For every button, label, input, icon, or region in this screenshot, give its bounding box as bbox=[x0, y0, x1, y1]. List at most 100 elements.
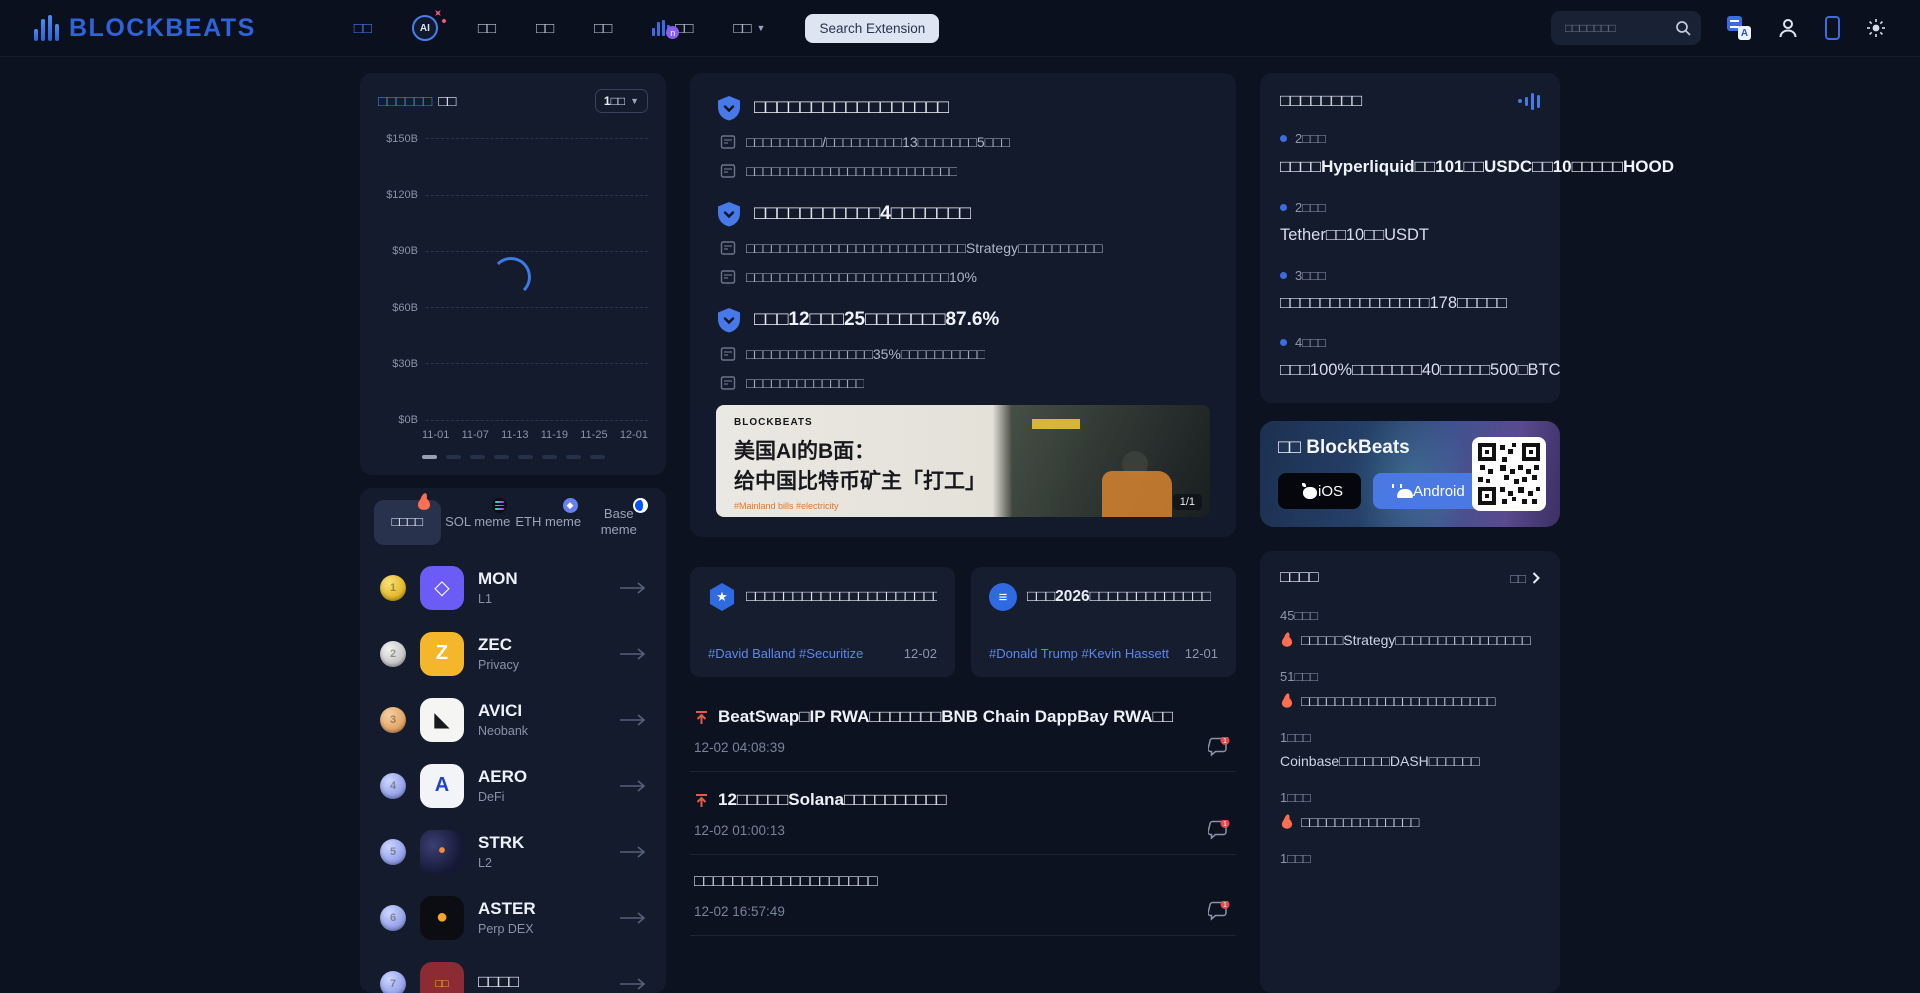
ios-download-button[interactable]: iOS bbox=[1278, 473, 1361, 509]
range-selector[interactable]: 1□□ ▼ bbox=[595, 89, 648, 113]
arrow-right-icon[interactable] bbox=[620, 648, 646, 660]
feature-card-1[interactable]: ★ □□□□□□□□□□□□□□□□□□□□□□ #David Balland … bbox=[690, 567, 955, 677]
digest-subitem[interactable]: □□□□□□□□□□□□□□□□□□□□□□□□□□Strategy□□□□□□… bbox=[716, 240, 1210, 256]
arrow-right-icon[interactable] bbox=[620, 846, 646, 858]
token-row-aster[interactable]: 6 ● ASTERPerp DEX bbox=[374, 885, 652, 951]
arrow-right-icon[interactable] bbox=[620, 912, 646, 924]
card-title: □□□□□□□□□□□□□□□□□□□□□□ bbox=[746, 588, 937, 606]
search-input[interactable] bbox=[1565, 21, 1667, 35]
user-icon[interactable] bbox=[1777, 17, 1799, 39]
theme-toggle-icon[interactable] bbox=[1866, 18, 1886, 38]
promo-banner[interactable]: BLOCKBEATS 美国AI的B面： 给中国比特币矿主「打工」 #Mainla… bbox=[716, 405, 1210, 517]
hot-item-3[interactable]: 1□□□ Coinbase□□□□□□DASH□□□□□□ bbox=[1280, 730, 1540, 769]
nav-item-2[interactable]: □□ bbox=[478, 20, 496, 37]
search-box[interactable] bbox=[1551, 11, 1701, 45]
nav-item-3[interactable]: □□ bbox=[536, 20, 554, 37]
page-dot[interactable] bbox=[422, 455, 437, 459]
ai-sparkle-icon: AI bbox=[412, 15, 438, 41]
shield-icon bbox=[716, 201, 742, 227]
digest-headline[interactable]: □□□□□□□□□□□□□□□□□ bbox=[716, 95, 1210, 121]
nav-item-more[interactable]: □□ ▼ bbox=[733, 20, 765, 37]
news-item-1[interactable]: BeatSwap□IP RWA□□□□□□□BNB Chain DappBay … bbox=[690, 689, 1236, 772]
digest-subitem[interactable]: □□□□□□□□□□□□□□□□□□□□□□□□10% bbox=[716, 269, 1210, 285]
page-dot[interactable] bbox=[542, 455, 557, 459]
token-row-zec[interactable]: 2 Z ZECPrivacy bbox=[374, 621, 652, 687]
nav-item-data[interactable]: n □□ bbox=[652, 20, 693, 37]
card-tags[interactable]: #David Balland #Securitize bbox=[708, 646, 863, 661]
bars-icon: n bbox=[652, 20, 670, 36]
token-tabs: □□□□ SOL meme ◆ ETH meme Base meme bbox=[374, 500, 652, 545]
token-row-7[interactable]: 7 □□ □□□□ bbox=[374, 951, 652, 993]
comment-button[interactable]: 1 bbox=[1208, 820, 1230, 840]
tab-base-meme[interactable]: Base meme bbox=[586, 500, 653, 545]
token-row-avici[interactable]: 3 ◣ AVICINeobank bbox=[374, 687, 652, 753]
tab-eth-meme[interactable]: ◆ ETH meme bbox=[515, 500, 582, 545]
digest-subitem[interactable]: □□□□□□□□□/□□□□□□□□□13□□□□□□□5□□□ bbox=[716, 134, 1210, 150]
digest-headline[interactable]: □□□12□□□25□□□□□□□87.6% bbox=[716, 307, 1210, 333]
token-logo: □□ bbox=[420, 962, 464, 993]
search-extension-button[interactable]: Search Extension bbox=[805, 14, 939, 43]
hot-time: 1□□□ bbox=[1280, 851, 1540, 866]
card-tags[interactable]: #Donald Trump #Kevin Hassett bbox=[989, 646, 1169, 661]
hot-item-5[interactable]: 1□□□ bbox=[1280, 851, 1540, 866]
flash-item-4[interactable]: 4□□□ □□□100%□□□□□□□40□□□□□500□BTC bbox=[1280, 335, 1540, 383]
pin-top-icon bbox=[694, 710, 709, 725]
star-hexagon-icon: ★ bbox=[708, 583, 736, 611]
comment-button[interactable]: 1 bbox=[1208, 737, 1230, 757]
digest-headline[interactable]: □□□□□□□□□□□4□□□□□□□ bbox=[716, 201, 1210, 227]
token-row-strk[interactable]: 5 • STRKL2 bbox=[374, 819, 652, 885]
blockbeats-logo[interactable]: BLOCKBEATS bbox=[34, 14, 256, 43]
flash-item-2[interactable]: 2□□□ Tether□□10□□USDT bbox=[1280, 200, 1540, 248]
page-dot[interactable] bbox=[494, 455, 509, 459]
arrow-right-icon[interactable] bbox=[620, 780, 646, 792]
nav-item-4[interactable]: □□ bbox=[594, 20, 612, 37]
main-content: □□□□□□□□ 1□□ ▼ $150B $120B $90B $60B $30… bbox=[360, 73, 1560, 993]
page-dot[interactable] bbox=[566, 455, 581, 459]
tab-sol-meme[interactable]: SOL meme bbox=[445, 500, 512, 545]
page-dot[interactable] bbox=[590, 455, 605, 459]
news-time: 12-02 01:00:13 bbox=[694, 823, 1232, 838]
y-tick: $30B bbox=[378, 358, 418, 370]
android-download-button[interactable]: Android bbox=[1373, 473, 1481, 509]
page-dot[interactable] bbox=[446, 455, 461, 459]
token-name: AERO bbox=[478, 767, 606, 787]
token-ranking-panel: □□□□ SOL meme ◆ ETH meme Base meme bbox=[360, 488, 666, 993]
flash-item-1[interactable]: 2□□□ □□□□Hyperliquid□□101□□USDC□□10□□□□□… bbox=[1280, 131, 1540, 180]
token-logo: ◇ bbox=[420, 566, 464, 610]
nav-item-home[interactable]: □□ bbox=[354, 20, 372, 37]
comment-count: 1 bbox=[1223, 902, 1227, 909]
arrow-right-icon[interactable] bbox=[620, 714, 646, 726]
news-item-3[interactable]: □□□□□□□□□□□□□□□□□□□ 12-02 16:57:49 1 bbox=[690, 855, 1236, 936]
middle-column: □□□□□□□□□□□□□□□□□ □□□□□□□□□/□□□□□□□□□13□… bbox=[690, 73, 1236, 993]
token-row-mon[interactable]: 1 ◇ MONL1 bbox=[374, 555, 652, 621]
feature-card-2[interactable]: ≡ □□□2026□□□□□□□□□□□□□ #Donald Trump #Ke… bbox=[971, 567, 1236, 677]
nav-item-ai[interactable]: AI bbox=[412, 15, 438, 41]
token-category: DeFi bbox=[478, 790, 606, 804]
translate-icon[interactable]: A bbox=[1727, 16, 1751, 40]
page-dot[interactable] bbox=[470, 455, 485, 459]
arrow-right-icon[interactable] bbox=[620, 582, 646, 594]
tab-hot[interactable]: □□□□ bbox=[374, 500, 441, 545]
hot-item-2[interactable]: 51□□□ □□□□□□□□□□□□□□□□□□□□□□□ bbox=[1280, 669, 1540, 709]
mobile-app-icon[interactable] bbox=[1825, 16, 1840, 40]
shield-icon bbox=[716, 95, 742, 121]
equalizer-icon[interactable] bbox=[1518, 93, 1540, 110]
comment-button[interactable]: 1 bbox=[1208, 901, 1230, 921]
search-icon[interactable] bbox=[1675, 20, 1691, 36]
hot-item-1[interactable]: 45□□□ □□□□□Strategy□□□□□□□□□□□□□□□□ bbox=[1280, 608, 1540, 648]
page-dot[interactable] bbox=[518, 455, 533, 459]
digest-subitem[interactable]: □□□□□□□□□□□□□□□□□□□□□□□□□ bbox=[716, 163, 1210, 179]
news-icon bbox=[720, 346, 736, 362]
fire-icon bbox=[417, 493, 431, 510]
market-chart: $150B $120B $90B $60B $30B $0B bbox=[378, 127, 648, 423]
flash-item-3[interactable]: 3□□□ □□□□□□□□□□□□□□□178□□□□□ bbox=[1280, 268, 1540, 316]
digest-subitem[interactable]: □□□□□□□□□□□□□□ bbox=[716, 375, 1210, 391]
token-row-aero[interactable]: 4 A AERODeFi bbox=[374, 753, 652, 819]
news-item-2[interactable]: 12□□□□□Solana□□□□□□□□□□ 12-02 01:00:13 1 bbox=[690, 772, 1236, 855]
digest-subitem[interactable]: □□□□□□□□□□□□□□□35%□□□□□□□□□□ bbox=[716, 346, 1210, 362]
arrow-right-icon[interactable] bbox=[620, 978, 646, 990]
more-link[interactable]: □□ bbox=[1510, 571, 1540, 586]
token-name: MON bbox=[478, 569, 606, 589]
n-badge: n bbox=[666, 26, 679, 39]
hot-item-4[interactable]: 1□□□ □□□□□□□□□□□□□□ bbox=[1280, 790, 1540, 830]
